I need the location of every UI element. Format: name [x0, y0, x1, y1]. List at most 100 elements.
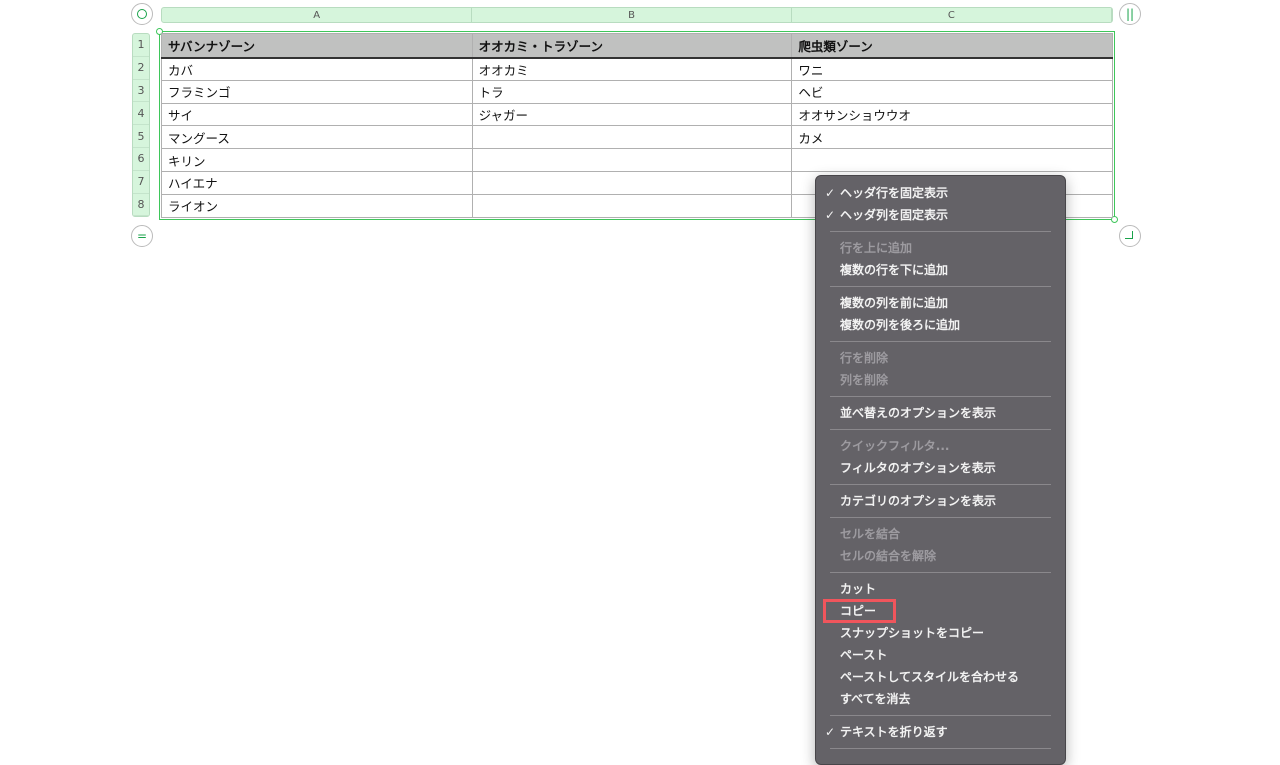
- table-select-handle[interactable]: [131, 3, 153, 25]
- menu-item[interactable]: 複数の列を後ろに追加: [816, 314, 1065, 336]
- header-cell[interactable]: オオカミ・トラゾーン: [471, 33, 793, 59]
- menu-separator: [816, 391, 1065, 402]
- menu-item-label: スナップショットをコピー: [840, 626, 985, 640]
- menu-separator: [816, 424, 1065, 435]
- table-cell[interactable]: オオカミ: [471, 57, 793, 81]
- menu-item[interactable]: すべてを消去: [816, 688, 1065, 710]
- table-cell[interactable]: ヘビ: [791, 79, 1113, 104]
- table-cell[interactable]: カメ: [791, 125, 1113, 150]
- row-header[interactable]: 7: [133, 171, 149, 194]
- divider: [830, 396, 1051, 397]
- table-row: キリン: [161, 148, 1113, 172]
- menu-item[interactable]: 複数の行を下に追加: [816, 259, 1065, 281]
- header-cell[interactable]: 爬虫類ゾーン: [791, 33, 1113, 59]
- table-row: マングース カメ: [161, 125, 1113, 150]
- column-header-a[interactable]: A: [162, 8, 473, 22]
- menu-item[interactable]: フィルタのオプションを表示: [816, 457, 1065, 479]
- table-cell[interactable]: [791, 148, 1113, 172]
- menu-item: セルを結合: [816, 523, 1065, 545]
- menu-separator: [816, 512, 1065, 523]
- menu-item-label: クイックフィルタ...: [840, 439, 950, 453]
- column-header-c[interactable]: C: [792, 8, 1112, 22]
- highlight-box: [823, 599, 896, 623]
- menu-item-label: ペーストしてスタイルを合わせる: [840, 670, 1020, 684]
- table-row: フラミンゴ トラ ヘビ: [161, 79, 1113, 104]
- menu-item[interactable]: 並べ替えのオプションを表示: [816, 402, 1065, 424]
- table-cell[interactable]: [471, 170, 793, 195]
- menu-item-label: テキストを折り返す: [840, 725, 948, 739]
- menu-item-label: ヘッダ列を固定表示: [840, 208, 949, 222]
- circle-icon: [137, 9, 147, 19]
- menu-separator: [816, 226, 1065, 237]
- menu-item-label: セルの結合を解除: [840, 549, 937, 563]
- header-cell[interactable]: サバンナゾーン: [161, 33, 473, 59]
- menu-item[interactable]: カテゴリのオプションを表示: [816, 490, 1065, 512]
- divider: [830, 715, 1051, 716]
- divider: [830, 484, 1051, 485]
- table-cell[interactable]: フラミンゴ: [161, 79, 473, 104]
- column-header-bar: ABC: [161, 7, 1113, 23]
- add-column-handle[interactable]: ||: [1119, 3, 1141, 25]
- menu-item[interactable]: 複数の列を前に追加: [816, 292, 1065, 314]
- menu-item-label: 並べ替えのオプションを表示: [840, 406, 997, 420]
- menu-item-label: ヘッダ行を固定表示: [840, 186, 949, 200]
- menu-separator: [816, 710, 1065, 721]
- menu-item[interactable]: ✓ テキストを折り返す: [816, 721, 1065, 743]
- row-header[interactable]: 5: [133, 125, 149, 148]
- divider: [830, 572, 1051, 573]
- menu-item[interactable]: スナップショットをコピー: [816, 622, 1065, 644]
- row-header[interactable]: 1: [133, 34, 149, 57]
- table-row: カバ オオカミ ワニ: [161, 57, 1113, 81]
- table-cell[interactable]: [471, 193, 793, 218]
- column-header-b[interactable]: B: [472, 8, 792, 22]
- divider: [830, 286, 1051, 287]
- add-row-handle[interactable]: =: [131, 225, 153, 247]
- table-cell[interactable]: ハイエナ: [161, 170, 473, 195]
- menu-item-label: 複数の行を下に追加: [840, 263, 949, 277]
- menu-item-label: 行を削除: [840, 351, 889, 365]
- menu-item: セルの結合を解除: [816, 545, 1065, 567]
- row-resize-icon: =: [136, 229, 148, 243]
- menu-item: 行を削除: [816, 347, 1065, 369]
- resize-table-handle[interactable]: [1119, 225, 1141, 247]
- table-cell[interactable]: サイ: [161, 102, 473, 127]
- checkmark-icon: ✓: [825, 186, 836, 200]
- row-header-bar: 12345678: [132, 33, 150, 217]
- table-cell[interactable]: [471, 125, 793, 150]
- menu-separator: [816, 336, 1065, 347]
- table-cell[interactable]: オオサンショウウオ: [791, 102, 1113, 127]
- menu-item-label: カット: [840, 582, 877, 596]
- checkmark-icon: ✓: [825, 208, 836, 222]
- table-cell[interactable]: キリン: [161, 148, 473, 172]
- menu-item[interactable]: ペースト: [816, 644, 1065, 666]
- row-header[interactable]: 8: [133, 194, 149, 217]
- menu-separator: [816, 281, 1065, 292]
- table-cell[interactable]: ジャガー: [471, 102, 793, 127]
- menu-separator: [816, 479, 1065, 490]
- menu-item: 行を上に追加: [816, 237, 1065, 259]
- menu-item[interactable]: ペーストしてスタイルを合わせる: [816, 666, 1065, 688]
- row-header[interactable]: 6: [133, 148, 149, 171]
- table-cell[interactable]: トラ: [471, 79, 793, 104]
- table-cell[interactable]: ワニ: [791, 57, 1113, 81]
- header-row: サバンナゾーン オオカミ・トラゾーン 爬虫類ゾーン: [161, 33, 1113, 59]
- menu-item-label: 行を上に追加: [840, 241, 913, 255]
- row-header[interactable]: 2: [133, 57, 149, 80]
- table-row: サイ ジャガー オオサンショウウオ: [161, 102, 1113, 127]
- menu-separator: [816, 743, 1065, 754]
- divider: [830, 748, 1051, 749]
- table-cell[interactable]: カバ: [161, 57, 473, 81]
- table-cell[interactable]: [471, 148, 793, 172]
- row-header[interactable]: 4: [133, 102, 149, 126]
- menu-item-label: 複数の列を後ろに追加: [840, 318, 961, 332]
- menu-item-label: ペースト: [840, 648, 888, 662]
- table-cell[interactable]: ライオン: [161, 193, 473, 218]
- menu-item[interactable]: カット: [816, 578, 1065, 600]
- menu-item[interactable]: ✓ ヘッダ列を固定表示: [816, 204, 1065, 226]
- row-header[interactable]: 3: [133, 80, 149, 103]
- corner-icon: [1124, 230, 1133, 239]
- table-cell[interactable]: マングース: [161, 125, 473, 150]
- menu-item[interactable]: ✓ ヘッダ行を固定表示: [816, 182, 1065, 204]
- menu-item-label: セルを結合: [840, 527, 901, 541]
- menu-item: クイックフィルタ...: [816, 435, 1065, 457]
